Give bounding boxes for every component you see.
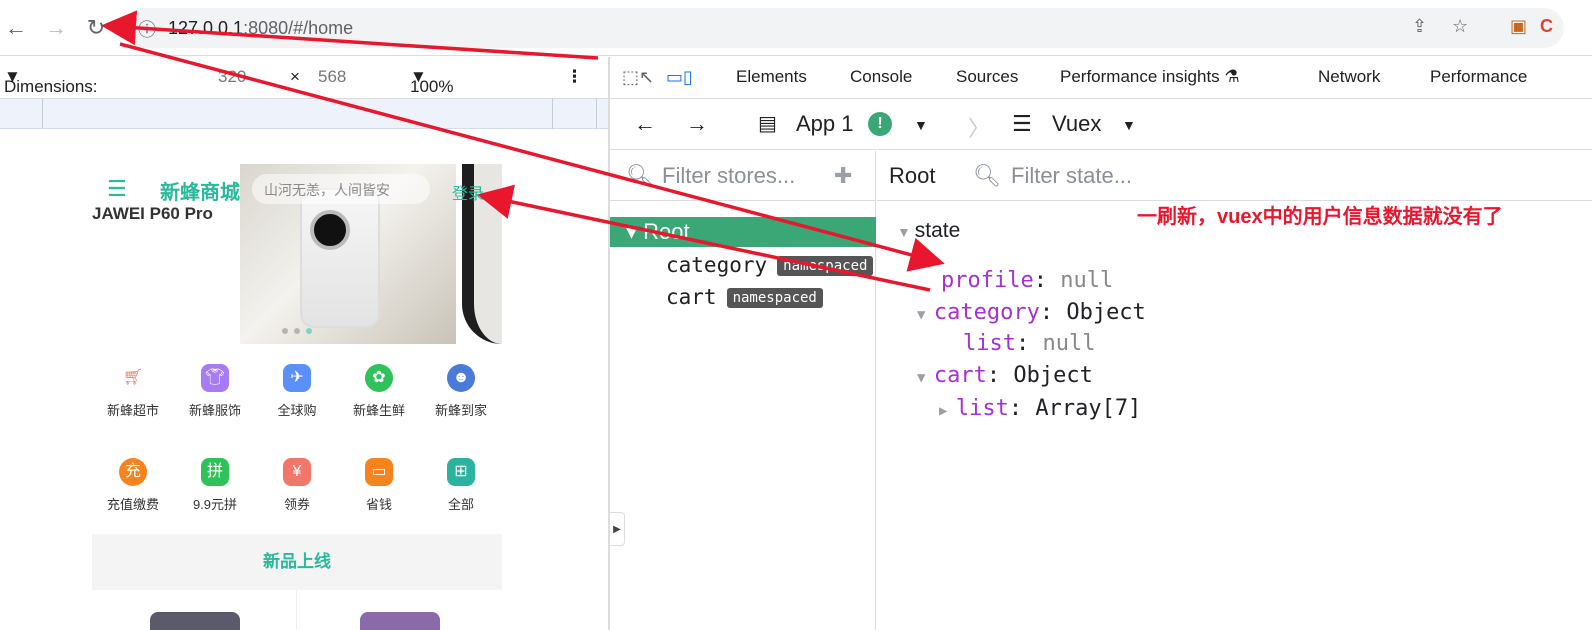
carousel-dot-active[interactable]: [306, 328, 312, 334]
puzzle-icon[interactable]: ✚: [834, 163, 852, 189]
stores-filter-bar: 🔍︎ Filter stores... ✚: [610, 151, 876, 201]
shop-brand: 新蜂商城: [160, 182, 240, 204]
site-info-icon[interactable]: ⓘ: [138, 16, 156, 42]
wallet-icon: ▭: [365, 458, 393, 486]
category-supermarket[interactable]: 🛒︎ 新蜂超市: [90, 364, 176, 419]
bookmark-star-icon[interactable]: ☆: [1452, 16, 1468, 37]
state-cart[interactable]: ▼ cart: Object: [917, 363, 1093, 388]
share-icon[interactable]: ⇪: [1412, 16, 1427, 37]
category-delivery[interactable]: ☻ 新蜂到家: [418, 364, 504, 419]
menu-icon[interactable]: ☰: [107, 176, 129, 202]
state-profile[interactable]: profile: null: [941, 268, 1113, 293]
category-coupon[interactable]: ¥ 领券: [254, 458, 340, 513]
product-thumb[interactable]: [360, 612, 440, 630]
coupon-icon: ¥: [283, 458, 311, 486]
extension-icon[interactable]: ▣: [1510, 16, 1527, 37]
promo-title: JAWEI P60 Pro: [92, 204, 213, 223]
vue-devtools-bar: ← → ▤ App 1 ! ▼ 〉 ☰ Vuex ▼: [610, 100, 1592, 150]
category-recharge[interactable]: 充充值缴费: [90, 458, 176, 513]
shirt-icon: 👕︎: [201, 364, 229, 392]
device-toolbar: Dimensions: iPho... ▼ 320 × 568 100% ▼ ⋮: [0, 57, 610, 116]
fruit-icon: ✿: [365, 364, 393, 392]
stores-filter-input[interactable]: Filter stores...: [662, 163, 795, 189]
extension-c-icon[interactable]: C: [1540, 16, 1553, 37]
namespaced-badge: namespaced: [726, 288, 823, 308]
forward-icon[interactable]: →: [42, 14, 70, 42]
tab-console[interactable]: Console: [850, 67, 912, 87]
courier-icon: ☻: [447, 364, 475, 392]
shop-search-input[interactable]: 山河无恙，人间皆安: [252, 174, 430, 204]
tab-performance[interactable]: Performance: [1430, 67, 1527, 87]
back-icon[interactable]: ←: [2, 14, 30, 42]
device-dimensions-select[interactable]: Dimensions: iPho... ▼: [4, 67, 98, 116]
dimension-times: ×: [290, 67, 300, 86]
category-save[interactable]: ▭ 省钱: [336, 458, 422, 513]
media-query-ruler: [0, 99, 610, 129]
banner-phone-image: [300, 188, 380, 328]
url-text: 127.0.0.1:8080/#/home: [168, 18, 354, 38]
more-options-icon[interactable]: ⋮: [566, 67, 583, 87]
store-selector[interactable]: Vuex: [1052, 111, 1101, 137]
category-fresh[interactable]: ✿ 新蜂生鲜: [336, 364, 422, 419]
new-arrivals-header: 新品上线: [92, 534, 502, 590]
tab-elements[interactable]: Elements: [736, 67, 807, 87]
browser-toolbar: ← → ↻ ⓘ 127.0.0.1:8080/#/home ⇪ ☆ ▣ C: [0, 0, 1592, 56]
tab-network[interactable]: Network: [1318, 67, 1380, 87]
app-selector[interactable]: App 1: [796, 111, 854, 137]
cart-icon: 🛒︎: [122, 369, 144, 386]
search-icon: 🔍︎: [973, 163, 1001, 188]
grid-icon: ⊞: [447, 458, 475, 486]
app-dropdown-icon[interactable]: ▼: [914, 117, 928, 133]
recharge-icon: 充: [119, 458, 147, 486]
device-width-input[interactable]: 320: [218, 67, 246, 87]
category-all[interactable]: ⊞ 全部: [418, 458, 504, 513]
state-category-list[interactable]: list: null: [963, 331, 1095, 356]
category-clothing[interactable]: 👕︎ 新蜂服饰: [172, 364, 258, 419]
address-bar[interactable]: ⓘ 127.0.0.1:8080/#/home ⇪ ☆ ▣ C: [124, 8, 1564, 48]
device-height-input[interactable]: 568: [318, 67, 346, 87]
zoom-select[interactable]: 100% ▼: [410, 67, 453, 96]
breadcrumb-separator-icon: 〉: [968, 116, 991, 141]
login-link[interactable]: 登录: [452, 180, 484, 204]
plane-icon: ✈: [283, 364, 311, 392]
vue-forward-icon[interactable]: →: [686, 111, 708, 137]
search-icon: 🔍︎: [626, 163, 654, 188]
carousel-dot[interactable]: [294, 328, 300, 334]
app-icon: ▤: [758, 113, 777, 135]
state-breadcrumb: Root: [889, 163, 936, 188]
stores-pane: 🔍︎ Filter stores... ✚ ▾ Root category nam…: [610, 151, 876, 630]
mobile-viewport: JAWEI P60 Pro ☰ 新蜂商城 山河无恙，人间皆安 登录 🛒︎ 新蜂超市…: [0, 130, 610, 630]
store-node-category[interactable]: category namespaced: [666, 253, 874, 277]
reload-icon[interactable]: ↻: [82, 14, 110, 42]
device-toggle-icon[interactable]: ▭▯: [666, 67, 693, 88]
bag-icon: 拼: [201, 458, 229, 486]
carousel-dot[interactable]: [282, 328, 288, 334]
vue-back-icon[interactable]: ←: [634, 111, 656, 137]
state-cart-list[interactable]: ▶ list: Array[7]: [939, 396, 1141, 421]
tab-performance-insights[interactable]: Performance insights ⚗: [1060, 67, 1240, 87]
namespaced-badge: namespaced: [777, 256, 874, 276]
vuex-icon: ☰: [1012, 111, 1032, 136]
annotation-text: 一刷新，vuex中的用户信息数据就没有了: [1137, 206, 1503, 228]
state-filter-bar: Root 🔍︎ Filter state...: [877, 151, 1592, 201]
state-filter-input[interactable]: Filter state...: [1011, 163, 1132, 189]
state-category[interactable]: ▼ category: Object: [917, 300, 1146, 325]
devtools-tab-bar: ⬚↖ ▭▯ Elements Console Sources Performan…: [610, 57, 1592, 99]
product-thumb[interactable]: [150, 612, 240, 630]
warning-badge-icon[interactable]: !: [868, 112, 892, 136]
collapse-pane-icon[interactable]: ▶: [609, 512, 625, 546]
tab-sources[interactable]: Sources: [956, 67, 1018, 87]
inspect-element-icon[interactable]: ⬚↖: [622, 67, 654, 88]
category-global[interactable]: ✈ 全球购: [254, 364, 340, 419]
store-dropdown-icon[interactable]: ▼: [1122, 117, 1136, 133]
store-node-cart[interactable]: cart namespaced: [666, 285, 823, 309]
store-root-row[interactable]: ▾ Root: [610, 217, 876, 247]
category-group-buy[interactable]: 拼 9.9元拼: [172, 458, 258, 513]
banner-camera-image: [310, 210, 350, 250]
banner-promo: JAWEI P60 Pro: [92, 204, 240, 224]
state-section[interactable]: ▼ state: [897, 219, 960, 243]
